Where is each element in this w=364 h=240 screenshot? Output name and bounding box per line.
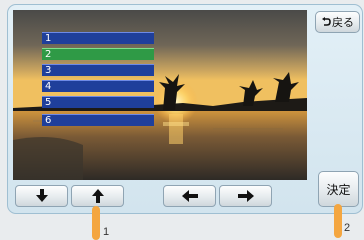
right-button[interactable] bbox=[219, 185, 272, 207]
callout-label-2: 2 bbox=[344, 222, 351, 234]
callout-marker-2 bbox=[334, 204, 342, 238]
arrow-left-icon bbox=[181, 190, 198, 202]
down-button[interactable] bbox=[15, 185, 68, 207]
list-item-6[interactable]: 6 bbox=[42, 114, 154, 126]
list-item-5[interactable]: 5 bbox=[42, 96, 154, 108]
left-button[interactable] bbox=[163, 185, 216, 207]
list-item-3[interactable]: 3 bbox=[42, 64, 154, 76]
up-button[interactable] bbox=[71, 185, 124, 207]
list-item-2[interactable]: 2 bbox=[42, 48, 154, 60]
callout-marker-1 bbox=[92, 206, 100, 240]
list-item-1[interactable]: 1 bbox=[42, 32, 154, 44]
confirm-button[interactable]: 決定 bbox=[318, 171, 359, 207]
confirm-button-label: 決定 bbox=[326, 182, 351, 197]
back-button[interactable]: 戻る bbox=[315, 11, 360, 33]
back-button-label: 戻る bbox=[332, 16, 354, 29]
arrow-up-icon bbox=[91, 189, 104, 203]
return-arrow-icon bbox=[321, 17, 331, 27]
callout-label-1: 1 bbox=[103, 226, 110, 238]
arrow-down-icon bbox=[35, 189, 48, 203]
arrow-right-icon bbox=[237, 190, 254, 202]
list-item-4[interactable]: 4 bbox=[42, 80, 154, 92]
